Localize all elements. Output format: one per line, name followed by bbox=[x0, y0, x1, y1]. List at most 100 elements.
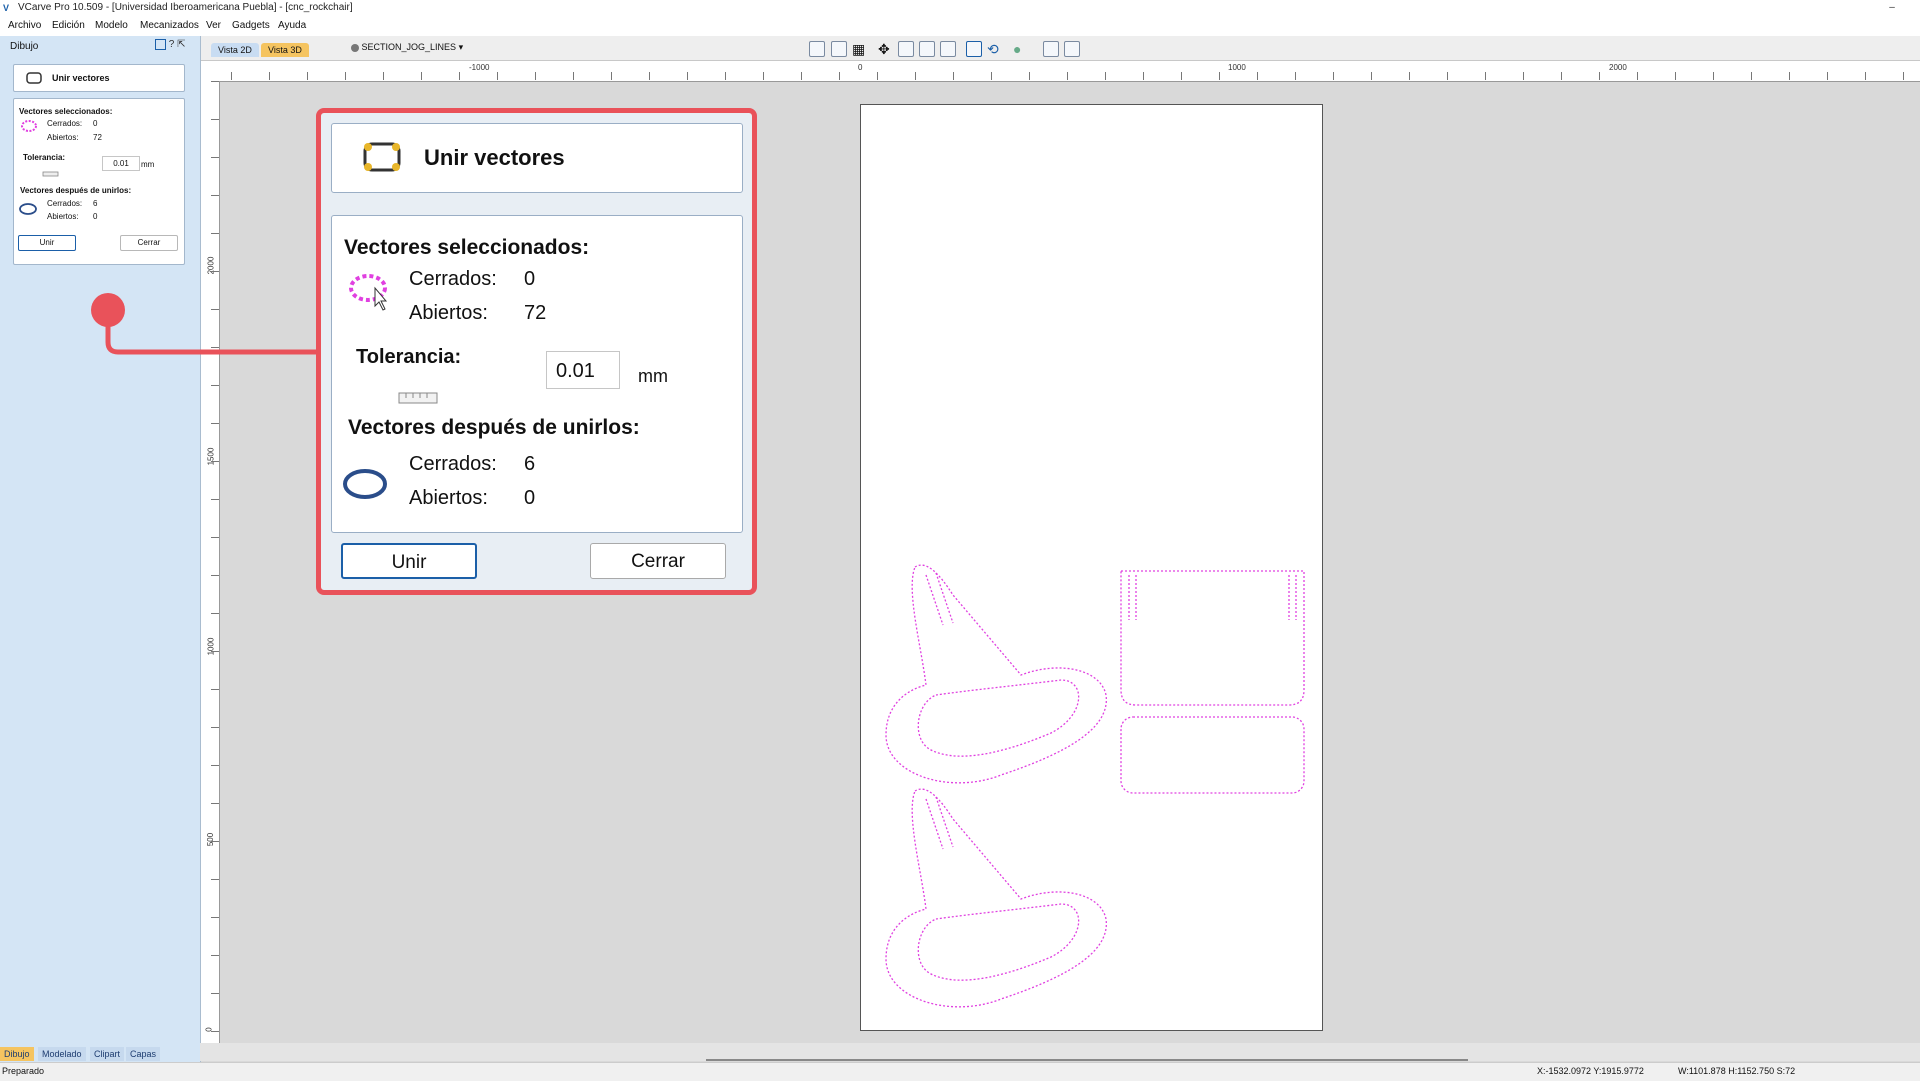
select-icon[interactable] bbox=[809, 41, 825, 57]
chair-side-profile-bottom[interactable] bbox=[885, 788, 1107, 1008]
callout-closed-value: 0 bbox=[524, 268, 536, 290]
menu-archivo[interactable]: Archivo bbox=[8, 20, 41, 31]
closed-ellipse-icon bbox=[343, 469, 387, 499]
tab-2d-view[interactable]: Vista 2D bbox=[211, 43, 259, 57]
panel-header-icons[interactable]: ? ⇱ bbox=[155, 39, 186, 50]
close-button[interactable]: Cerrar bbox=[120, 235, 178, 251]
callout-tool-title: Unir vectores bbox=[424, 145, 565, 170]
join-vectors-icon bbox=[26, 72, 42, 84]
panel-tabs: Dibujo Modelado Clipart Capas bbox=[0, 1047, 200, 1061]
callout-tolerance-unit: mm bbox=[638, 366, 668, 386]
menu-ver[interactable]: Ver bbox=[206, 20, 221, 31]
callout-tolerance-label: Tolerancia: bbox=[356, 346, 462, 368]
callout-close-button[interactable]: Cerrar bbox=[590, 543, 726, 579]
scrollbar-thumb[interactable] bbox=[706, 1059, 1468, 1061]
menu-gadgets[interactable]: Gadgets bbox=[232, 20, 270, 31]
vcarve-app-icon: V bbox=[3, 3, 10, 13]
tool-title-card: Unir vectores bbox=[13, 64, 185, 92]
ruler-label-2000: 2000 bbox=[1609, 63, 1627, 72]
zoom-in-icon[interactable] bbox=[919, 41, 935, 57]
panel-toggle-icon[interactable] bbox=[155, 39, 166, 50]
ruler-ticks-vertical bbox=[211, 81, 219, 1043]
layer-dropdown[interactable]: SECTION_JOG_LINES ▾ bbox=[351, 42, 463, 53]
tab-3d-view[interactable]: Vista 3D bbox=[261, 43, 309, 57]
closed-ellipse-icon bbox=[19, 203, 37, 215]
title-bar: V VCarve Pro 10.509 - [Universidad Ibero… bbox=[0, 0, 1920, 16]
open-label: Abiertos: bbox=[47, 133, 79, 142]
layout-vertical-icon[interactable] bbox=[1064, 41, 1080, 57]
tab-modelado[interactable]: Modelado bbox=[38, 1047, 86, 1061]
ruler-icon bbox=[42, 171, 59, 177]
callout-after-open-value: 0 bbox=[524, 487, 536, 509]
closed-value: 0 bbox=[93, 119, 98, 128]
ruler-label-neg1000: -1000 bbox=[469, 63, 490, 72]
chair-side-profile-top[interactable] bbox=[885, 564, 1107, 784]
selection-dimensions: W:1101.878 H:1152.750 S:72 bbox=[1678, 1066, 1796, 1076]
ruler-ticks-horizontal bbox=[231, 72, 1920, 80]
callout-after-closed-value: 6 bbox=[524, 453, 536, 475]
chair-back-panel[interactable] bbox=[1120, 716, 1305, 794]
layer-icon bbox=[351, 43, 359, 52]
zoom-out-icon[interactable] bbox=[940, 41, 956, 57]
panel-header: Dibujo ? ⇱ bbox=[0, 36, 200, 56]
status-text: Preparado bbox=[2, 1066, 45, 1076]
layer-name: SECTION_JOG_LINES bbox=[361, 42, 457, 52]
cursor-coordinates: X:-1532.0972 Y:1915.9772 bbox=[1537, 1066, 1644, 1076]
callout-open-value: 72 bbox=[524, 302, 547, 324]
tolerance-unit: mm bbox=[141, 160, 155, 169]
after-open-value: 0 bbox=[93, 212, 98, 221]
join-button[interactable]: Unir bbox=[18, 235, 76, 251]
pan-icon[interactable]: ✥ bbox=[878, 41, 894, 57]
tolerance-label: Tolerancia: bbox=[23, 153, 66, 162]
chair-seat-panel[interactable] bbox=[1120, 570, 1305, 706]
callout-tool-title-card: Unir vectores bbox=[331, 123, 743, 193]
menu-bar: Archivo Edición Modelo Mecanizados Ver G… bbox=[0, 16, 1920, 36]
dashed-ellipse-icon bbox=[21, 120, 37, 132]
view-toolbar: Vista 2D Vista 3D SECTION_JOG_LINES ▾ ▦ … bbox=[201, 36, 1920, 61]
grid-icon[interactable]: ▦ bbox=[852, 41, 868, 57]
minimize-button[interactable]: – bbox=[1882, 0, 1902, 16]
tolerance-input[interactable]: 0.01 bbox=[102, 156, 140, 171]
callout-after-open-label: Abiertos: bbox=[409, 487, 488, 509]
ruler-vertical: 2000 1500 1000 500 0 bbox=[201, 81, 220, 1043]
tab-dibujo[interactable]: Dibujo bbox=[0, 1047, 34, 1061]
status-bar: Preparado X:-1532.0972 Y:1915.9772 W:110… bbox=[0, 1062, 1920, 1081]
callout-options-card: Vectores seleccionados: Cerrados: 0 Abie… bbox=[331, 215, 743, 533]
after-open-label: Abiertos: bbox=[47, 212, 79, 221]
callout-after-closed-label: Cerrados: bbox=[409, 453, 497, 475]
ruler-icon bbox=[398, 392, 438, 404]
ruler-horizontal: -1000 0 1000 2000 bbox=[201, 61, 1920, 82]
tab-capas[interactable]: Capas bbox=[126, 1047, 161, 1061]
after-heading: Vectores después de unirlos: bbox=[20, 186, 132, 195]
menu-modelo[interactable]: Modelo bbox=[95, 20, 128, 31]
drawing-panel: Dibujo ? ⇱ Unir vectores Vectores selecc… bbox=[0, 36, 201, 1062]
callout-open-label: Abiertos: bbox=[409, 302, 488, 324]
tab-clipart[interactable]: Clipart bbox=[90, 1047, 125, 1061]
zoom-box-icon[interactable] bbox=[898, 41, 914, 57]
transform-icon[interactable]: ⟲ bbox=[987, 41, 1003, 57]
callout-join-button[interactable]: Unir bbox=[341, 543, 477, 579]
after-closed-value: 6 bbox=[93, 199, 98, 208]
menu-edicion[interactable]: Edición bbox=[52, 20, 85, 31]
snap-icon[interactable] bbox=[831, 41, 847, 57]
layout-horizontal-icon[interactable] bbox=[1043, 41, 1059, 57]
tool-options-icon[interactable]: ● bbox=[1013, 41, 1029, 57]
after-closed-label: Cerrados: bbox=[47, 199, 83, 208]
callout-selected-heading: Vectores seleccionados: bbox=[344, 236, 590, 259]
dashed-ellipse-icon bbox=[349, 274, 388, 311]
window-title: VCarve Pro 10.509 - [Universidad Iberoam… bbox=[18, 2, 353, 13]
selected-heading: Vectores seleccionados: bbox=[19, 107, 113, 116]
callout-tolerance-input[interactable]: 0.01 bbox=[546, 351, 620, 389]
panel-title: Dibujo bbox=[10, 41, 39, 52]
ruler-label-1000: 1000 bbox=[1228, 63, 1246, 72]
horizontal-scrollbar[interactable] bbox=[200, 1043, 1920, 1061]
fit-view-icon[interactable] bbox=[966, 41, 982, 57]
material-sheet[interactable] bbox=[860, 104, 1323, 1031]
tool-title: Unir vectores bbox=[52, 73, 110, 83]
menu-ayuda[interactable]: Ayuda bbox=[278, 20, 306, 31]
ruler-label-0: 0 bbox=[858, 63, 863, 72]
rocking-chair-vectors[interactable] bbox=[861, 105, 1324, 1032]
menu-mecanizados[interactable]: Mecanizados bbox=[140, 20, 199, 31]
panel-help-pin-icons[interactable]: ? ⇱ bbox=[169, 39, 186, 50]
callout-after-heading: Vectores después de unirlos: bbox=[348, 416, 640, 439]
